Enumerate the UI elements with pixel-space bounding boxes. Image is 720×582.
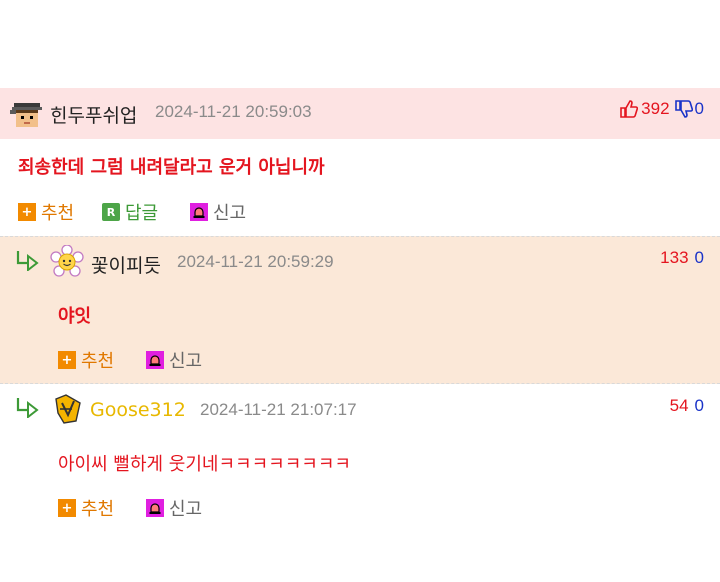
downvote-count: 0 <box>694 99 704 118</box>
thumbs-down-icon[interactable] <box>674 100 693 118</box>
comment-text: 야잇 <box>58 306 92 327</box>
comment-date: 2024-11-21 20:59:29 <box>177 252 334 271</box>
reply-arrow-icon <box>15 396 41 420</box>
upvote-count: 392 <box>641 99 670 118</box>
downvote-count: 0 <box>694 248 704 267</box>
pixel-avatar-icon <box>10 97 44 131</box>
thumbs-up-icon[interactable] <box>620 100 639 118</box>
recommend-button[interactable]: + 추천 <box>58 495 114 521</box>
comment-date: 2024-11-21 20:59:03 <box>155 102 312 121</box>
downvote-count: 0 <box>694 396 704 415</box>
upvote-count: 54 <box>669 396 689 415</box>
reply-comment-item: Goose312 2024-11-21 21:07:17 54 0 아이씨 뻘하… <box>0 384 720 582</box>
recommend-button[interactable]: + 추천 <box>58 347 114 373</box>
comment-nickname[interactable]: 힌두푸쉬업 <box>50 101 137 128</box>
vote-counter: 54 0 <box>670 396 704 416</box>
report-button[interactable]: 신고 <box>146 495 202 521</box>
upvote-count: 133 <box>660 248 689 267</box>
user-avatar[interactable] <box>10 97 44 131</box>
recommend-label: 추천 <box>81 351 115 372</box>
plus-icon: + <box>18 203 36 221</box>
flower-avatar-icon <box>50 244 84 277</box>
reply-arrow-icon <box>15 249 41 273</box>
goose-emblem-icon <box>55 394 81 424</box>
siren-icon <box>146 499 164 517</box>
siren-icon <box>146 351 164 369</box>
report-button[interactable]: 신고 <box>190 199 246 225</box>
user-avatar[interactable] <box>52 393 84 425</box>
report-label: 신고 <box>213 203 247 224</box>
reply-comment-item: 꽃이피듯 2024-11-21 20:59:29 133 0 야잇 + 추천 신… <box>0 236 720 384</box>
reply-r-icon: R <box>102 203 120 221</box>
reply-button[interactable]: R 답글 <box>102 199 158 225</box>
comment-nickname[interactable]: 꽃이피듯 <box>91 251 161 278</box>
comment-date: 2024-11-21 21:07:17 <box>200 400 357 419</box>
report-button[interactable]: 신고 <box>146 347 202 373</box>
vote-counter: 133 0 <box>660 248 704 268</box>
comment-item: 힌두푸쉬업 2024-11-21 20:59:03 392 0 죄송한데 그럼 … <box>0 0 720 236</box>
recommend-button[interactable]: + 추천 <box>18 199 74 225</box>
plus-icon: + <box>58 351 76 369</box>
comment-text: 죄송한데 그럼 내려달라고 운거 아닙니까 <box>18 157 325 178</box>
comment-nickname[interactable]: Goose312 <box>90 399 186 421</box>
recommend-label: 추천 <box>41 203 75 224</box>
report-label: 신고 <box>169 499 203 520</box>
user-avatar[interactable] <box>50 244 84 279</box>
siren-icon <box>190 203 208 221</box>
report-label: 신고 <box>169 351 203 372</box>
plus-icon: + <box>58 499 76 517</box>
reply-label: 답글 <box>125 203 159 224</box>
recommend-label: 추천 <box>81 499 115 520</box>
comment-text: 아이씨 뻘하게 웃기네ㅋㅋㅋㅋㅋㅋㅋㅋ <box>58 454 351 475</box>
vote-counter: 392 0 <box>620 99 704 119</box>
